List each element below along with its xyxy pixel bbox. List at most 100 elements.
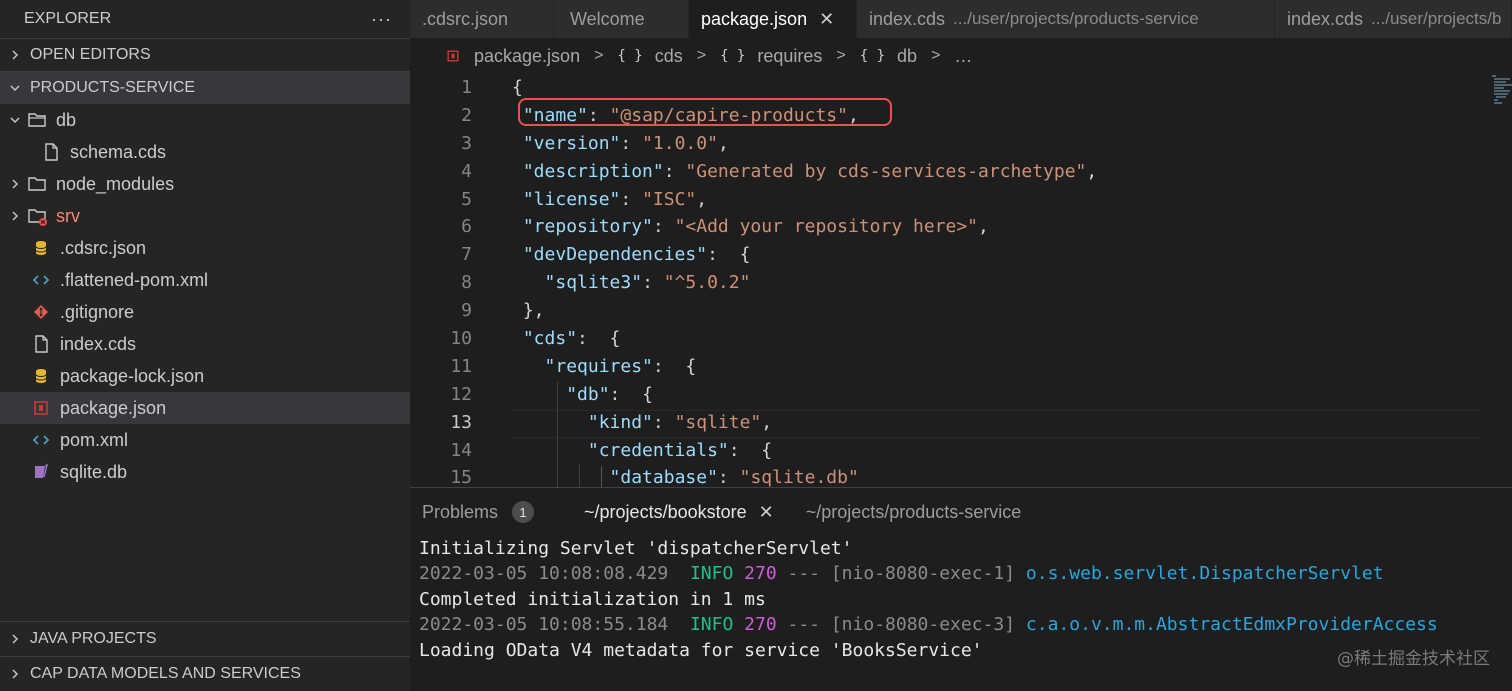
- breadcrumb-file[interactable]: package.json: [444, 46, 580, 67]
- tree-item-flattened-pom-xml[interactable]: .flattened-pom.xml: [0, 264, 410, 296]
- tab-cdsrc-json[interactable]: .cdsrc.json: [410, 0, 554, 38]
- line-number: 11: [450, 355, 472, 377]
- json-key: "sqlite3": [544, 272, 643, 294]
- tree-item-sqlite-db[interactable]: sqlite.db: [0, 456, 410, 488]
- breadcrumb-label: requires: [757, 45, 823, 66]
- line-number: 12: [450, 383, 472, 405]
- tab-label: Problems: [422, 501, 499, 522]
- json-key: "repository": [522, 216, 653, 238]
- tab-label: ~/projects/bookstore: [584, 501, 747, 522]
- code-content: "devDependencies": {: [522, 244, 751, 266]
- log-timestamp: 2022-03-05 10:08:08.429: [419, 563, 669, 585]
- tree-item-node-modules[interactable]: node_modules: [0, 168, 410, 200]
- code-line: 9 },: [410, 297, 1512, 325]
- code-content: {: [512, 74, 523, 102]
- code-punctuation: ,: [1086, 160, 1098, 182]
- tab-problems[interactable]: Problems 1: [422, 501, 535, 523]
- tree-item-label: .gitignore: [60, 301, 135, 322]
- database-icon: [30, 365, 52, 387]
- json-string-value: "<Add your repository here>": [674, 216, 979, 238]
- tree-item-srv[interactable]: srv: [0, 200, 410, 232]
- line-number: 13: [450, 411, 472, 433]
- tab-terminal-products-service[interactable]: ~/projects/products-service: [806, 502, 1022, 523]
- tree-item-package-json[interactable]: package.json: [0, 392, 410, 424]
- chevron-down-icon: [4, 114, 26, 126]
- chevron-right-icon: >: [696, 47, 707, 64]
- tab-label: package.json: [701, 8, 808, 29]
- tree-item-label: package.json: [60, 397, 167, 418]
- json-string-value: "^5.0.2": [663, 272, 751, 294]
- code-line: 11 "requires": {: [410, 353, 1512, 381]
- code-editor[interactable]: 1{2 "name": "@sap/capire-products", 3 "ve…: [410, 74, 1512, 487]
- code-icon: [30, 269, 52, 291]
- tree-item-db[interactable]: db: [0, 104, 410, 136]
- line-number: 15: [450, 467, 472, 487]
- tree-item-package-lock-json[interactable]: package-lock.json: [0, 360, 410, 392]
- code-punctuation: {: [631, 383, 653, 405]
- section-open-editors[interactable]: OPEN EDITORS: [0, 38, 410, 71]
- tree-item-pom-xml[interactable]: pom.xml: [0, 424, 410, 456]
- tree-item-schema-cds[interactable]: schema.cds: [0, 136, 410, 168]
- tree-item-cdsrc-json[interactable]: .cdsrc.json: [0, 232, 410, 264]
- section-java-projects[interactable]: JAVA PROJECTS: [0, 621, 410, 656]
- json-string-value: "Generated by cds-services-archetype": [685, 160, 1087, 182]
- close-icon[interactable]: ✕: [759, 502, 774, 523]
- section-cap-data-models[interactable]: CAP DATA MODELS AND SERVICES: [0, 656, 410, 691]
- breadcrumb-file-label: package.json: [474, 45, 581, 66]
- line-number: 5: [461, 188, 472, 210]
- code-content: },: [512, 297, 545, 325]
- code-line: 5 "license": "ISC",: [410, 186, 1512, 214]
- log-timestamp: 2022-03-05 10:08:55.184: [419, 614, 669, 636]
- log-thread: --- [nio-8080-exec-1]: [787, 563, 1016, 585]
- tab-terminal-bookstore[interactable]: ~/projects/bookstore ✕: [584, 502, 774, 523]
- section-products-service[interactable]: PRODUCTS-SERVICE: [0, 71, 410, 104]
- tab-welcome[interactable]: Welcome: [554, 0, 689, 38]
- close-icon[interactable]: ✕: [819, 9, 834, 30]
- code-line: 10 "cds": {: [410, 325, 1512, 353]
- tree-item-gitignore[interactable]: .gitignore: [0, 296, 410, 328]
- package-icon: [30, 397, 52, 419]
- tab-index-cds-products[interactable]: index.cds .../user/projects/products-ser…: [857, 0, 1275, 38]
- breadcrumb-item-cds[interactable]: { } cds: [617, 46, 682, 67]
- tree-item-label: schema.cds: [70, 141, 167, 162]
- folder-open-icon: [26, 109, 48, 131]
- json-key: "cds": [522, 328, 578, 350]
- annotation-highlight-box: [518, 98, 892, 126]
- code-punctuation: ,: [717, 132, 729, 154]
- code-content: "database": "sqlite.db": [609, 467, 859, 487]
- breadcrumb-item-requires[interactable]: { } requires: [720, 46, 822, 67]
- editor-tabs: .cdsrc.json Welcome package.json ✕ index…: [410, 0, 1512, 38]
- breadcrumb-ellipsis[interactable]: …: [954, 46, 972, 67]
- json-key: "credentials": [587, 439, 729, 461]
- explorer-header: EXPLORER ···: [0, 0, 410, 38]
- breadcrumb-label: db: [897, 45, 918, 66]
- package-icon: [444, 47, 462, 65]
- tab-index-cds-bookstore[interactable]: index.cds .../user/projects/b: [1275, 0, 1512, 38]
- json-string-value: "1.0.0": [642, 132, 718, 154]
- json-string-value: "ISC": [642, 188, 697, 210]
- terminal-log-line: 2022-03-05 10:08:08.429 INFO 270 --- [ni…: [419, 561, 1512, 586]
- code-line: 13 "kind": "sqlite",: [410, 409, 1512, 437]
- code-content: "requires": {: [544, 355, 697, 377]
- code-content: "credentials": {: [587, 439, 773, 461]
- braces-icon: { }: [859, 48, 886, 64]
- code-line: 14 "credentials": {: [410, 437, 1512, 465]
- code-punctuation: {: [512, 77, 523, 98]
- tree-item-index-cds[interactable]: index.cds: [0, 328, 410, 360]
- tree-item-label: sqlite.db: [60, 461, 128, 482]
- breadcrumb-item-db[interactable]: { } db: [860, 46, 917, 67]
- json-string-value: "sqlite": [674, 411, 762, 433]
- tab-description: .../user/projects/products-service: [953, 9, 1199, 28]
- code-line: 8 "sqlite3": "^5.0.2": [410, 269, 1512, 297]
- code-lines: 1{2 "name": "@sap/capire-products", 3 "ve…: [410, 74, 1512, 487]
- tab-package-json[interactable]: package.json ✕: [689, 0, 857, 38]
- log-class: c.a.o.v.m.m.AbstractEdmxProviderAccess: [1025, 614, 1438, 636]
- more-actions-icon[interactable]: ···: [371, 9, 392, 30]
- code-content: "repository": "<Add your repository here…: [522, 216, 989, 238]
- json-key: "db": [566, 383, 610, 405]
- tree-item-label: .cdsrc.json: [60, 237, 147, 258]
- minimap[interactable]: [1490, 74, 1512, 487]
- code-punctuation: {: [750, 439, 773, 461]
- json-key: "kind": [587, 411, 653, 433]
- tree-item-label: node_modules: [56, 173, 175, 194]
